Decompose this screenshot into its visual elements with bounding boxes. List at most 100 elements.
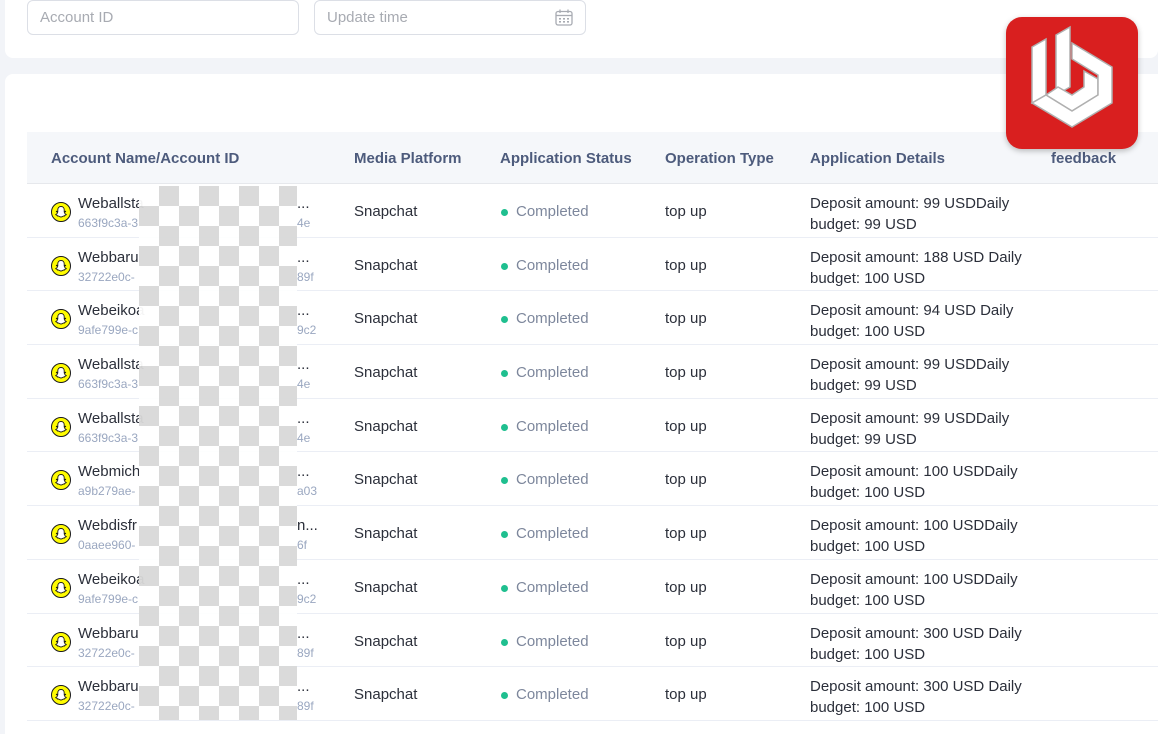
account-name[interactable]: Weballsta	[78, 195, 144, 212]
snapchat-icon	[51, 363, 71, 384]
application-details: Deposit amount: 100 USDDaily budget: 100…	[810, 517, 1018, 556]
col-platform: Media Platform	[354, 150, 462, 167]
account-id-tail: 4e	[297, 377, 311, 392]
account-id: 663f9c3a-3	[78, 377, 139, 392]
account-id: 9afe799e-c	[78, 591, 139, 606]
account-id: 32722e0c-	[78, 645, 135, 660]
col-details: Application Details	[810, 150, 946, 167]
calendar-icon[interactable]	[555, 9, 573, 26]
account-name[interactable]: Webbaru	[78, 625, 139, 642]
account-id-tail: 6f	[297, 538, 308, 553]
account-name-ellipsis: ...	[297, 302, 310, 320]
account-id: 32722e0c-	[78, 269, 135, 284]
account-id: 0aaee960-	[78, 538, 136, 553]
snapchat-icon	[51, 416, 71, 437]
account-id: a9b279ae-	[78, 484, 136, 499]
account-name-ellipsis: ...	[297, 248, 310, 266]
redaction-mosaic	[139, 186, 297, 720]
media-platform: Snapchat	[354, 364, 418, 382]
status-dot	[501, 370, 508, 378]
account-id-tail: 89f	[297, 699, 314, 714]
operation-type: top up	[665, 256, 707, 274]
account-name[interactable]: Webmich	[78, 463, 140, 480]
col-account: Account Name/Account ID	[51, 150, 240, 167]
application-status: Completed	[516, 632, 589, 650]
application-status: Completed	[516, 256, 589, 274]
account-name-ellipsis: ...	[297, 409, 310, 427]
media-platform: Snapchat	[354, 203, 418, 220]
account-name[interactable]: Webbaru	[78, 678, 139, 695]
application-status: Completed	[516, 417, 589, 435]
media-platform: Snapchat	[354, 471, 418, 489]
col-feedback: feedback	[1051, 150, 1117, 167]
account-id: 32722e0c-	[78, 699, 135, 714]
table-header: Account Name/Account ID Media Platform A…	[27, 132, 1158, 184]
operation-type: top up	[665, 417, 707, 435]
account-name-ellipsis: ...	[297, 463, 310, 481]
status-dot	[501, 316, 508, 324]
application-details: Deposit amount: 99 USDDaily budget: 99 U…	[810, 409, 1010, 448]
snapchat-icon	[51, 255, 71, 276]
account-id: 663f9c3a-3	[78, 430, 139, 445]
application-status: Completed	[516, 686, 589, 704]
application-details: Deposit amount: 300 USD Daily budget: 10…	[810, 678, 1022, 717]
status-dot	[501, 584, 508, 592]
filter-bar: Account ID Update time	[5, 0, 1158, 58]
status-dot	[501, 692, 508, 700]
account-id-tail: 89f	[297, 269, 314, 284]
snapchat-icon	[51, 524, 71, 545]
account-name[interactable]: Weballsta	[78, 410, 144, 427]
application-status: Completed	[516, 203, 589, 220]
application-status: Completed	[516, 364, 589, 382]
media-platform: Snapchat	[354, 310, 418, 328]
account-name-ellipsis: ...	[297, 356, 310, 374]
account-name[interactable]: Webeikoa	[78, 571, 144, 588]
application-details: Deposit amount: 100 USDDaily budget: 100…	[810, 570, 1018, 609]
operation-type: top up	[665, 632, 707, 650]
application-details: Deposit amount: 100 USDDaily budget: 100…	[810, 463, 1018, 502]
application-status: Completed	[516, 471, 589, 489]
account-name-ellipsis: ...	[297, 678, 310, 696]
snapchat-icon	[51, 631, 71, 652]
media-platform: Snapchat	[354, 578, 418, 596]
update-time-picker[interactable]: Update time	[314, 0, 586, 35]
account-name[interactable]: Weballsta	[78, 356, 144, 373]
operation-type: top up	[665, 686, 707, 704]
snapchat-icon	[51, 577, 71, 598]
account-id-tail: 4e	[297, 216, 311, 230]
account-id-tail: 9c2	[297, 323, 317, 338]
operation-type: top up	[665, 203, 707, 220]
account-id-tail: 4e	[297, 430, 311, 445]
application-status: Completed	[516, 525, 589, 543]
brand-logo	[1006, 17, 1138, 149]
operation-type: top up	[665, 525, 707, 543]
status-dot	[501, 638, 508, 646]
account-id-tail: 9c2	[297, 591, 317, 606]
media-platform: Snapchat	[354, 417, 418, 435]
account-id-input[interactable]: Account ID	[27, 0, 299, 35]
brand-logo-mark	[1030, 25, 1113, 128]
media-platform: Snapchat	[354, 525, 418, 543]
snapchat-icon	[51, 309, 71, 330]
account-name[interactable]: Webeikoa	[78, 302, 144, 319]
status-dot	[501, 531, 508, 539]
snapchat-icon	[51, 202, 71, 222]
status-dot	[501, 423, 508, 431]
snapchat-icon	[51, 470, 71, 491]
status-dot	[501, 477, 508, 485]
application-details: Deposit amount: 99 USDDaily budget: 99 U…	[810, 356, 1010, 395]
operation-type: top up	[665, 578, 707, 596]
snapchat-icon	[51, 685, 71, 706]
status-dot	[501, 262, 508, 270]
media-platform: Snapchat	[354, 256, 418, 274]
account-name-ellipsis: ...	[297, 570, 310, 588]
account-id: 9afe799e-c	[78, 323, 139, 338]
account-name[interactable]: Webbaru	[78, 249, 139, 266]
application-details: Deposit amount: 99 USDDaily budget: 99 U…	[810, 195, 1010, 233]
status-dot	[501, 209, 508, 216]
col-status: Application Status	[500, 150, 632, 167]
account-name-ellipsis: ...	[297, 195, 310, 212]
account-name-ellipsis: ...	[297, 624, 310, 642]
account-name[interactable]: Webdisfr	[78, 517, 137, 534]
account-id: 663f9c3a-3	[78, 216, 139, 230]
